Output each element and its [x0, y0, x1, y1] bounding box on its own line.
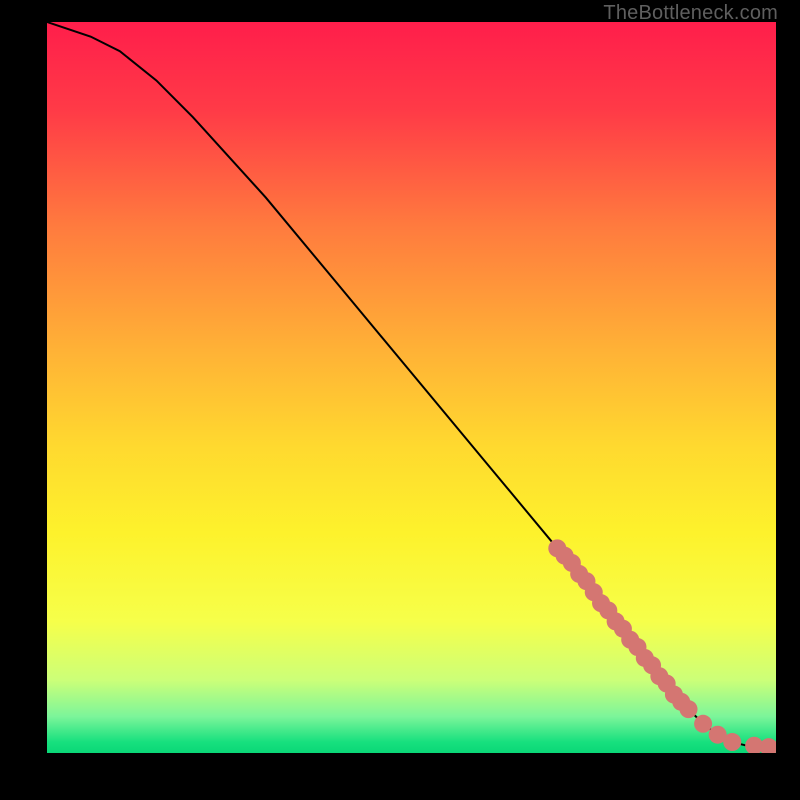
chart-frame: TheBottleneck.com: [0, 0, 800, 800]
main-curve: [47, 22, 776, 747]
highlight-dot: [694, 715, 712, 733]
plot-area: [47, 22, 776, 753]
highlight-dot: [760, 738, 776, 753]
highlight-dot: [680, 700, 698, 718]
highlight-markers: [548, 539, 776, 753]
curve-layer: [47, 22, 776, 753]
highlight-dot: [723, 733, 741, 751]
